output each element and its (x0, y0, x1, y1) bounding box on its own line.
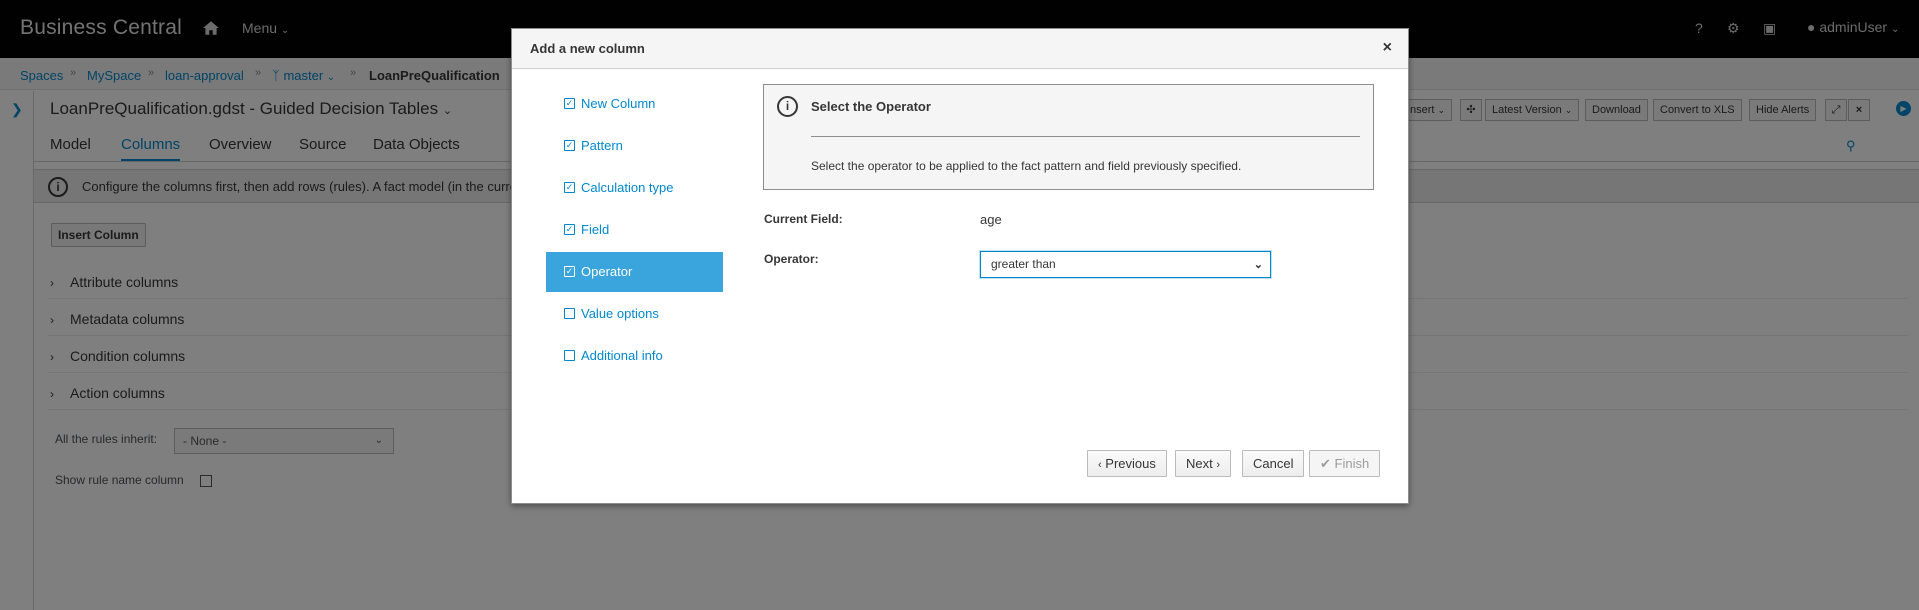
operator-select[interactable]: greater than ⌄ (980, 251, 1271, 278)
operator-label: Operator: (764, 252, 819, 266)
checkbox-checked-icon: ✓ (564, 224, 575, 235)
checkbox-checked-icon: ✓ (564, 266, 575, 277)
step-label: New Column (581, 96, 656, 111)
check-icon: ✔ (1320, 456, 1331, 471)
step-label: Value options (581, 306, 659, 321)
dialog-title: Add a new column (530, 41, 645, 56)
checkbox-checked-icon: ✓ (564, 98, 575, 109)
divider (811, 136, 1360, 137)
previous-label: Previous (1105, 456, 1156, 471)
close-icon[interactable]: × (1383, 39, 1392, 57)
previous-button[interactable]: ‹ Previous (1087, 450, 1167, 477)
current-field-value: age (980, 212, 1002, 227)
step-label: Pattern (581, 138, 623, 153)
current-field-label: Current Field: (764, 212, 843, 226)
chevron-down-icon: ⌄ (1253, 259, 1263, 271)
step-label: Operator (581, 264, 633, 279)
info-icon: i (777, 96, 798, 117)
finish-label: Finish (1334, 456, 1370, 471)
checkbox-empty-icon (564, 308, 575, 319)
operator-help-panel: i Select the Operator Select the operato… (763, 84, 1374, 190)
dialog-header: Add a new column × (512, 29, 1408, 69)
panel-title: Select the Operator (811, 99, 931, 114)
wizard-step-additional-info[interactable]: Additional info (546, 336, 723, 376)
wizard-step-operator[interactable]: ✓ Operator (546, 252, 723, 292)
chevron-left-icon: ‹ (1098, 459, 1102, 471)
wizard-step-pattern[interactable]: ✓ Pattern (546, 126, 723, 166)
checkbox-empty-icon (564, 350, 575, 361)
step-label: Field (581, 222, 610, 237)
wizard-step-calculation-type[interactable]: ✓ Calculation type (546, 168, 723, 208)
operator-select-value: greater than (991, 257, 1056, 271)
wizard-step-value-options[interactable]: Value options (546, 294, 723, 334)
step-label: Additional info (581, 348, 663, 363)
add-column-dialog: Add a new column × ✓ New Column ✓ Patter… (511, 28, 1409, 504)
wizard-step-new-column[interactable]: ✓ New Column (546, 84, 723, 124)
chevron-right-icon: › (1216, 459, 1221, 471)
next-button[interactable]: Next › (1175, 450, 1232, 477)
wizard-step-field[interactable]: ✓ Field (546, 210, 723, 250)
step-label: Calculation type (581, 180, 674, 195)
finish-button[interactable]: ✔ Finish (1309, 450, 1381, 477)
panel-text: Select the operator to be applied to the… (811, 159, 1242, 173)
checkbox-checked-icon: ✓ (564, 140, 575, 151)
checkbox-checked-icon: ✓ (564, 182, 575, 193)
next-label: Next (1186, 456, 1213, 471)
cancel-button[interactable]: Cancel (1242, 450, 1305, 477)
